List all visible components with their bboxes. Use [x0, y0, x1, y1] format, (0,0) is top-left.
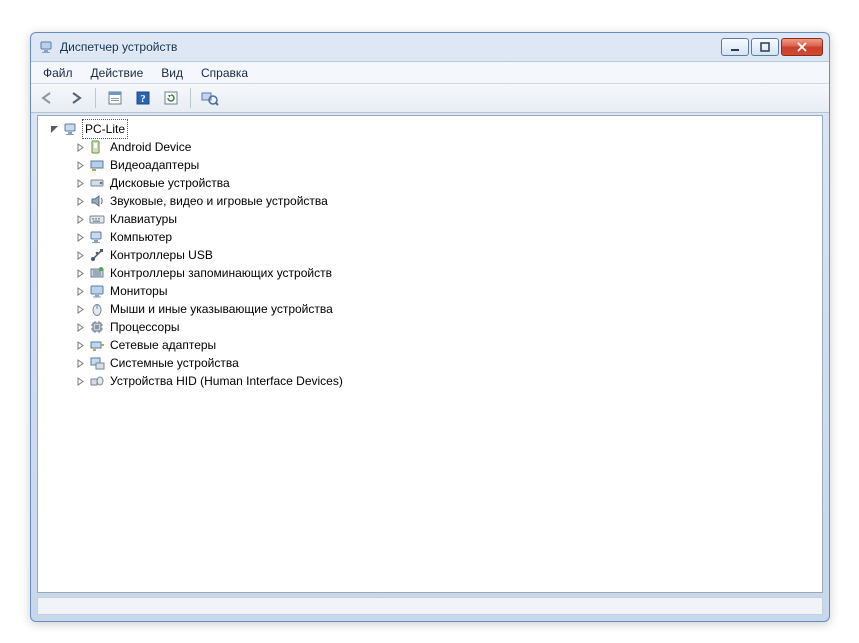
window-controls	[721, 38, 823, 56]
expander-closed-icon[interactable]	[74, 159, 86, 171]
keyboard-icon	[89, 211, 105, 227]
expander-closed-icon[interactable]	[74, 375, 86, 387]
tree-item-label: Системные устройства	[108, 354, 241, 372]
tree-item[interactable]: Процессоры	[44, 318, 816, 336]
window-title: Диспетчер устройств	[60, 40, 721, 54]
menubar: Файл Действие Вид Справка	[31, 61, 829, 83]
tree-item[interactable]: Android Device	[44, 138, 816, 156]
mouse-icon	[89, 301, 105, 317]
minimize-button[interactable]	[721, 38, 749, 56]
toolbar-separator	[190, 88, 191, 108]
tree-item-label: Контроллеры запоминающих устройств	[108, 264, 334, 282]
menu-action[interactable]: Действие	[83, 64, 152, 82]
device-tree[interactable]: PC-LiteAndroid DeviceВидеоадаптерыДисков…	[38, 116, 822, 592]
arrow-right-icon	[68, 91, 84, 105]
expander-closed-icon[interactable]	[74, 195, 86, 207]
app-icon	[39, 39, 55, 55]
monitor-icon	[89, 283, 105, 299]
expander-closed-icon[interactable]	[74, 339, 86, 351]
toolbar-scan-button[interactable]	[199, 87, 221, 109]
tree-item-label: Устройства HID (Human Interface Devices)	[108, 372, 345, 390]
usb-icon	[89, 247, 105, 263]
expander-closed-icon[interactable]	[74, 267, 86, 279]
help-icon: ?	[135, 90, 151, 106]
tree-item[interactable]: Компьютер	[44, 228, 816, 246]
titlebar[interactable]: Диспетчер устройств	[31, 33, 829, 61]
expander-closed-icon[interactable]	[74, 177, 86, 189]
expander-closed-icon[interactable]	[74, 249, 86, 261]
tree-item-label: Контроллеры USB	[108, 246, 215, 264]
expander-closed-icon[interactable]	[74, 141, 86, 153]
system-device-icon	[89, 355, 105, 371]
expander-closed-icon[interactable]	[74, 303, 86, 315]
tree-item-label: Видеоадаптеры	[108, 156, 201, 174]
arrow-left-icon	[40, 91, 56, 105]
computer-icon	[89, 229, 105, 245]
refresh-sheet-icon	[163, 90, 179, 106]
tree-item-label: Дисковые устройства	[108, 174, 232, 192]
disk-drive-icon	[89, 175, 105, 191]
toolbar-back-button[interactable]	[37, 87, 59, 109]
tree-item-label: Android Device	[108, 138, 193, 156]
menu-file[interactable]: Файл	[35, 64, 81, 82]
expander-closed-icon[interactable]	[74, 231, 86, 243]
tree-item[interactable]: Дисковые устройства	[44, 174, 816, 192]
svg-text:?: ?	[140, 93, 146, 105]
tree-item-label: Мыши и иные указывающие устройства	[108, 300, 335, 318]
expander-closed-icon[interactable]	[74, 285, 86, 297]
tree-item-label: Мониторы	[108, 282, 169, 300]
content-area: PC-LiteAndroid DeviceВидеоадаптерыДисков…	[37, 115, 823, 593]
tree-item[interactable]: Клавиатуры	[44, 210, 816, 228]
storage-controller-icon	[89, 265, 105, 281]
tree-item-label: Сетевые адаптеры	[108, 336, 218, 354]
display-adapter-icon	[89, 157, 105, 173]
tree-item-label: Звуковые, видео и игровые устройства	[108, 192, 330, 210]
expander-closed-icon[interactable]	[74, 213, 86, 225]
toolbar-update-button[interactable]	[160, 87, 182, 109]
tree-item-label: Процессоры	[108, 318, 182, 336]
tree-item[interactable]: Контроллеры USB	[44, 246, 816, 264]
network-adapter-icon	[89, 337, 105, 353]
properties-icon	[107, 90, 123, 106]
expander-open-icon[interactable]	[48, 123, 60, 135]
toolbar-help-button[interactable]: ?	[132, 87, 154, 109]
device-icon	[89, 139, 105, 155]
hid-icon	[89, 373, 105, 389]
tree-item[interactable]: Видеоадаптеры	[44, 156, 816, 174]
cpu-icon	[89, 319, 105, 335]
tree-item[interactable]: Контроллеры запоминающих устройств	[44, 264, 816, 282]
computer-icon	[63, 121, 79, 137]
tree-item[interactable]: Звуковые, видео и игровые устройства	[44, 192, 816, 210]
tree-item-label: Клавиатуры	[108, 210, 179, 228]
toolbar-separator	[95, 88, 96, 108]
sound-icon	[89, 193, 105, 209]
close-button[interactable]	[781, 38, 823, 56]
tree-root-label: PC-Lite	[82, 119, 128, 139]
tree-item[interactable]: Мыши и иные указывающие устройства	[44, 300, 816, 318]
toolbar-properties-button[interactable]	[104, 87, 126, 109]
toolbar: ?	[31, 83, 829, 113]
tree-item[interactable]: Мониторы	[44, 282, 816, 300]
tree-item-label: Компьютер	[108, 228, 174, 246]
tree-item[interactable]: Сетевые адаптеры	[44, 336, 816, 354]
menu-help[interactable]: Справка	[193, 64, 256, 82]
statusbar	[37, 597, 823, 615]
tree-item[interactable]: Системные устройства	[44, 354, 816, 372]
scan-hardware-icon	[201, 90, 219, 106]
menu-view[interactable]: Вид	[153, 64, 191, 82]
expander-closed-icon[interactable]	[74, 321, 86, 333]
window-frame: Диспетчер устройств Файл Действие Вид Сп…	[30, 32, 830, 622]
tree-root[interactable]: PC-Lite	[44, 120, 816, 138]
maximize-button[interactable]	[751, 38, 779, 56]
toolbar-forward-button[interactable]	[65, 87, 87, 109]
expander-closed-icon[interactable]	[74, 357, 86, 369]
tree-item[interactable]: Устройства HID (Human Interface Devices)	[44, 372, 816, 390]
